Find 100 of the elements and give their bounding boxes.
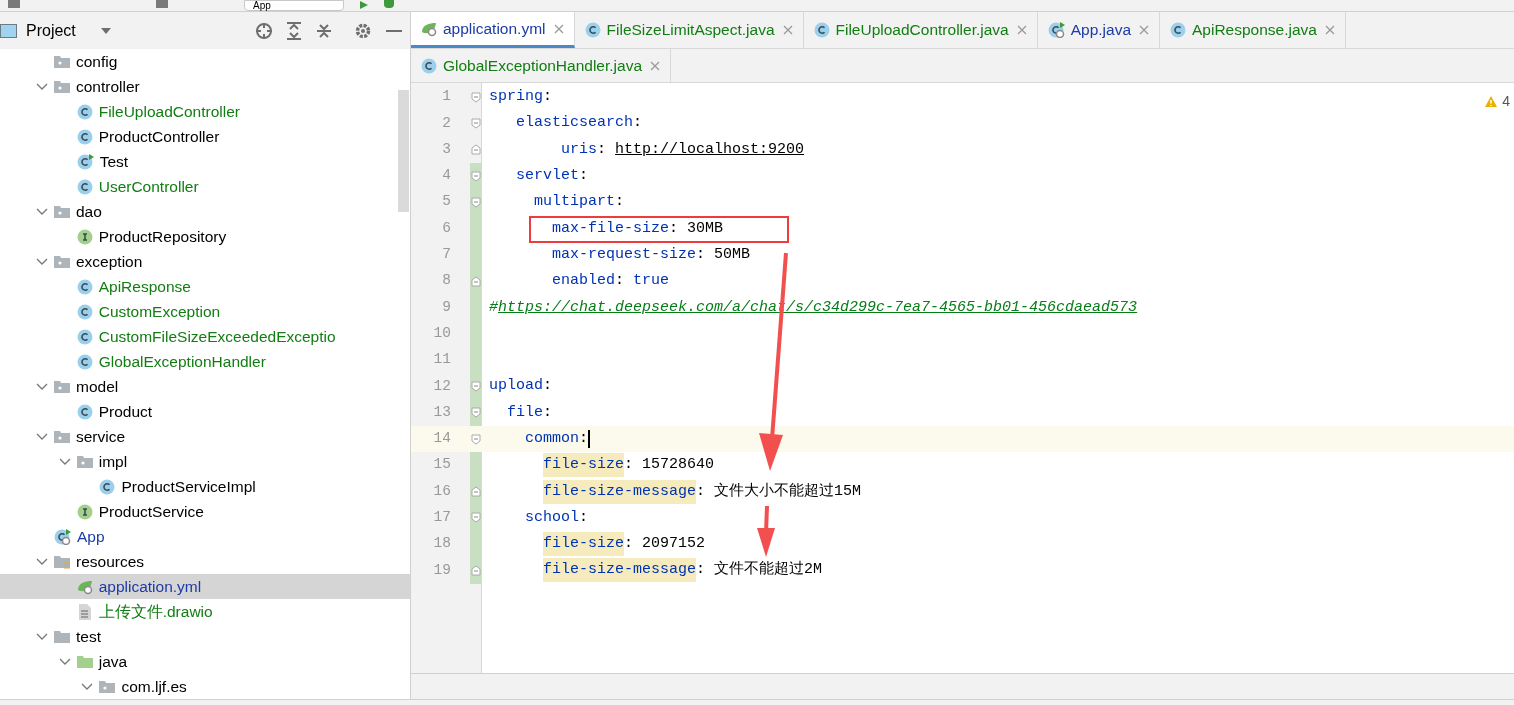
code-line: servlet:: [516, 167, 589, 186]
collapse-all-icon[interactable]: [316, 21, 332, 40]
fold-marker-icon[interactable]: [471, 486, 481, 498]
tree-item[interactable]: service: [0, 424, 410, 449]
fold-marker-icon[interactable]: [471, 117, 481, 129]
tree-item[interactable]: config: [0, 49, 410, 74]
arrow: [757, 505, 775, 557]
editor-tab[interactable]: GlobalExceptionHandler.java: [411, 49, 672, 82]
fold-marker-icon[interactable]: [471, 144, 481, 156]
vertical-scrollbar[interactable]: [398, 90, 409, 212]
close-icon[interactable]: [1139, 25, 1149, 35]
tree-item[interactable]: App: [0, 524, 410, 549]
package-folder-icon: [76, 454, 93, 469]
tree-item[interactable]: ProductRepository: [0, 224, 410, 249]
line-number: 13: [432, 402, 451, 422]
code-line: file-size: 15728640: [543, 453, 715, 478]
tree-item[interactable]: GlobalExceptionHandler: [0, 349, 410, 374]
code-line: upload:: [489, 377, 553, 396]
tree-item[interactable]: exception: [0, 249, 410, 274]
class-icon: [76, 128, 93, 145]
editor-tab[interactable]: App.java: [1037, 12, 1160, 48]
class-icon: [76, 278, 93, 295]
tree-item[interactable]: com.ljf.es: [0, 674, 410, 699]
editor-tab[interactable]: FileSizeLimitAspect.java: [574, 12, 804, 48]
code-line: school:: [525, 508, 589, 527]
line-number: 4: [441, 166, 451, 186]
class-icon: [421, 57, 437, 74]
tree-item[interactable]: ProductService: [0, 499, 410, 524]
class-icon: [1170, 22, 1186, 38]
fold-marker-icon[interactable]: [471, 380, 481, 392]
close-icon[interactable]: [1324, 25, 1335, 35]
debug-icon[interactable]: [384, 0, 394, 8]
package-folder-icon: [54, 204, 70, 219]
tree-item[interactable]: FileUploadController: [0, 99, 410, 124]
warning-count[interactable]: 4: [1484, 91, 1510, 112]
expand-all-icon[interactable]: [286, 21, 302, 40]
tree-item[interactable]: Product: [0, 399, 410, 424]
fold-marker-icon[interactable]: [471, 565, 481, 576]
application-class-icon: [1047, 22, 1065, 38]
tree-item[interactable]: model: [0, 374, 410, 399]
class-icon: [76, 328, 93, 345]
code-line: multipart:: [534, 193, 625, 212]
tree-item[interactable]: application.yml: [0, 574, 410, 599]
fold-marker-icon[interactable]: [471, 275, 481, 287]
fold-marker-icon[interactable]: [471, 407, 481, 419]
close-icon[interactable]: [782, 25, 793, 35]
yml-file-icon: [76, 578, 93, 595]
tree-item[interactable]: ApiResponse: [0, 274, 410, 299]
fold-marker-icon[interactable]: [471, 170, 481, 182]
tree-item[interactable]: UserController: [0, 174, 410, 199]
close-icon[interactable]: [650, 60, 661, 71]
editor-tab[interactable]: FileUploadController.java: [803, 12, 1038, 48]
line-number: 18: [432, 534, 451, 554]
close-icon[interactable]: [553, 23, 564, 34]
line-number: 3: [441, 139, 451, 159]
code-line: elasticsearch:: [516, 114, 643, 133]
code-line: max-request-size: 50MB: [552, 245, 751, 264]
tree-item[interactable]: ProductController: [0, 124, 410, 149]
package-folder-icon: [99, 679, 116, 694]
locate-icon[interactable]: [255, 21, 273, 40]
tree-item[interactable]: CustomFileSizeExceededExceptio: [0, 324, 410, 349]
code-line: file-size: 2097152: [543, 532, 706, 557]
package-folder-icon: [54, 79, 70, 94]
project-view-selector[interactable]: Project: [26, 18, 76, 43]
package-folder-icon: [54, 254, 70, 269]
tree-item[interactable]: resources: [0, 549, 410, 574]
tree-item[interactable]: test: [0, 624, 410, 649]
class-icon: [76, 353, 93, 370]
tree-item[interactable]: impl: [0, 449, 410, 474]
fold-marker-icon[interactable]: [471, 433, 481, 445]
tree-item[interactable]: 上传文件.drawio: [0, 599, 410, 624]
panel-window-icon: [0, 22, 18, 39]
fold-marker-icon[interactable]: [471, 91, 481, 103]
line-number: 5: [441, 192, 451, 212]
class-icon: [76, 103, 93, 120]
class-icon: [76, 403, 93, 420]
interface-icon: [76, 228, 93, 245]
caret-icon[interactable]: [99, 26, 112, 35]
tree-item[interactable]: controller: [0, 74, 410, 99]
fold-marker-icon[interactable]: [471, 512, 481, 524]
code-line: file:: [507, 403, 553, 422]
class-icon: [99, 478, 116, 495]
tree-item[interactable]: CustomException: [0, 299, 410, 324]
tree-item[interactable]: java: [0, 649, 410, 674]
code-line: uris: http://localhost:9200: [561, 140, 805, 159]
close-icon[interactable]: [1016, 25, 1027, 35]
line-number: 11: [432, 350, 451, 370]
settings-icon[interactable]: [354, 21, 372, 40]
code-line: file-size-message: 文件不能超过2M: [543, 558, 823, 583]
run-configuration-dropdown[interactable]: App: [244, 0, 344, 11]
class-icon: [813, 22, 830, 38]
tree-item[interactable]: Test: [0, 149, 410, 174]
editor-tab[interactable]: application.yml: [411, 12, 575, 48]
tree-item[interactable]: ProductServiceImpl: [0, 474, 410, 499]
tree-item[interactable]: dao: [0, 199, 410, 224]
editor-tab[interactable]: ApiResponse.java: [1160, 12, 1346, 48]
yml-file-icon: [421, 20, 437, 37]
fold-marker-icon[interactable]: [471, 196, 481, 208]
class-icon: [76, 178, 93, 195]
line-number: 10: [432, 323, 451, 343]
